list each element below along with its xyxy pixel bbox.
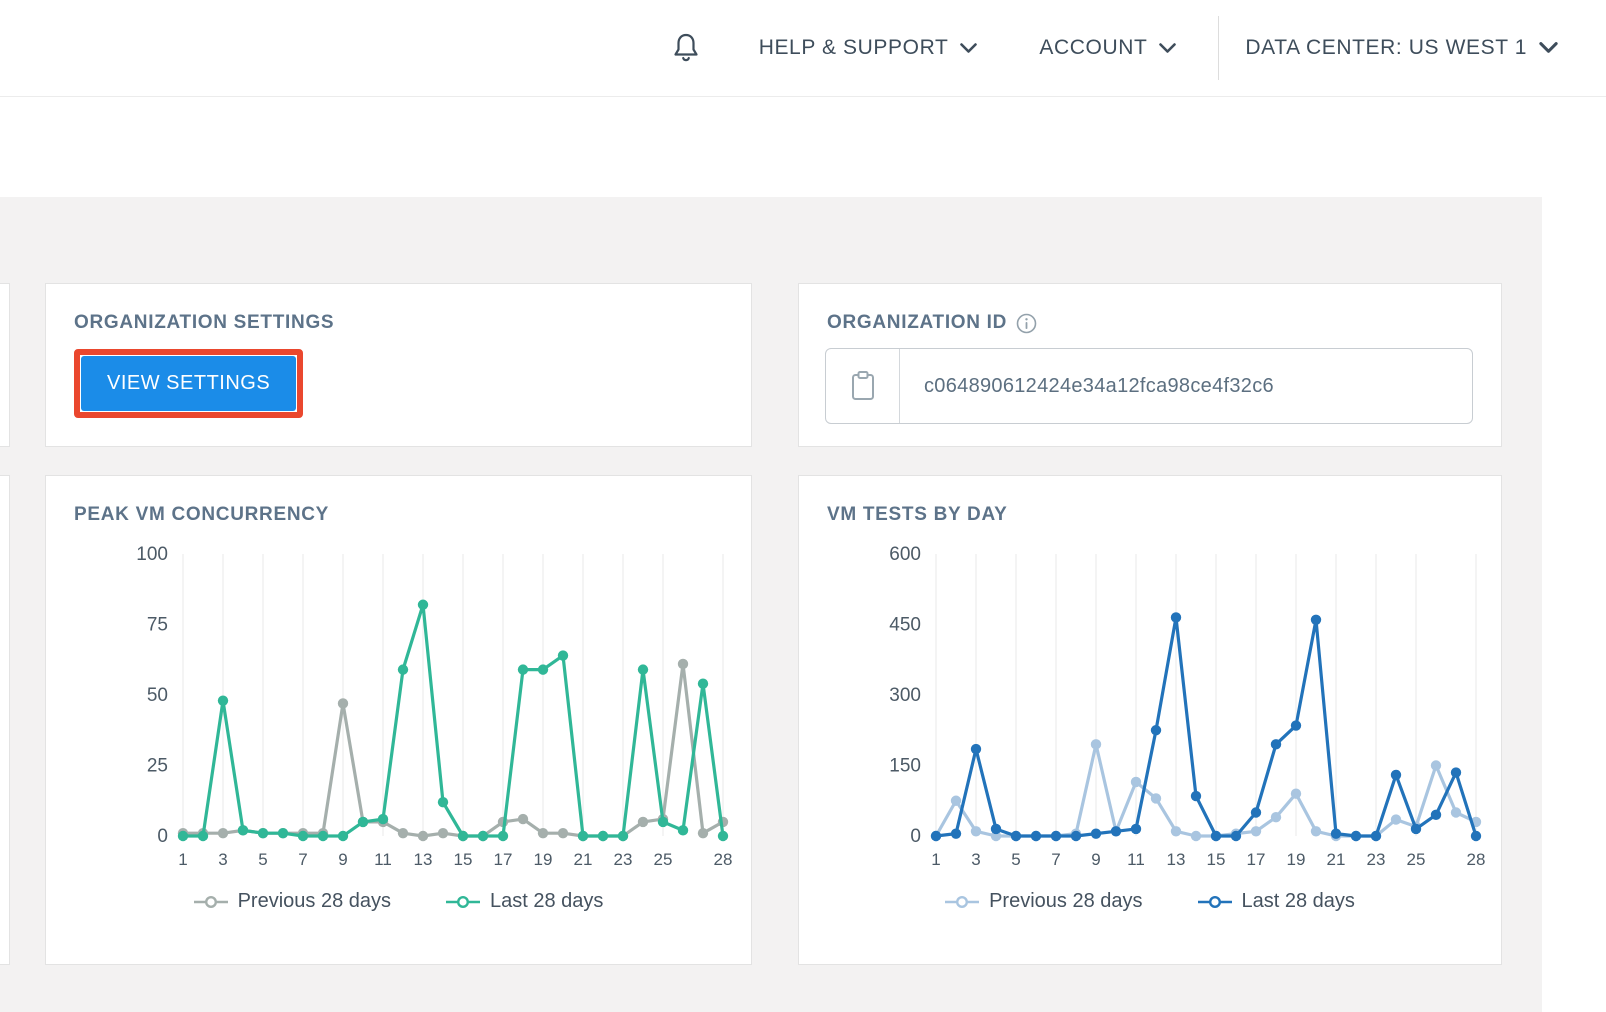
legend-item[interactable]: Last 28 days — [446, 890, 603, 913]
svg-text:19: 19 — [534, 850, 553, 869]
legend-label: Previous 28 days — [989, 890, 1142, 913]
offscreen-card-edge — [0, 475, 10, 965]
svg-text:75: 75 — [147, 615, 168, 636]
svg-text:17: 17 — [494, 850, 513, 869]
svg-text:450: 450 — [889, 615, 921, 636]
svg-text:3: 3 — [971, 850, 980, 869]
svg-text:9: 9 — [338, 850, 347, 869]
data-center-label: DATA CENTER: US WEST 1 — [1245, 36, 1527, 60]
legend-item[interactable]: Previous 28 days — [194, 890, 391, 913]
chart-legend: Previous 28 days Last 28 days — [799, 890, 1501, 913]
legend-marker-icon — [945, 895, 979, 909]
svg-text:11: 11 — [374, 850, 392, 869]
legend-item[interactable]: Last 28 days — [1198, 890, 1355, 913]
svg-text:21: 21 — [1327, 850, 1346, 869]
organization-id-value: c064890612424e34a12fca98ce4f32c6 — [900, 349, 1274, 423]
help-support-menu[interactable]: HELP & SUPPORT — [759, 36, 978, 60]
organization-id-field[interactable]: c064890612424e34a12fca98ce4f32c6 — [825, 348, 1473, 424]
legend-label: Last 28 days — [490, 890, 603, 913]
organization-id-title: ORGANIZATION ID — [827, 312, 1007, 334]
svg-text:50: 50 — [147, 685, 168, 706]
data-center-menu[interactable]: DATA CENTER: US WEST 1 — [1245, 36, 1558, 60]
legend-marker-icon — [1198, 895, 1232, 909]
legend-label: Previous 28 days — [238, 890, 391, 913]
copy-button[interactable] — [826, 349, 900, 423]
svg-text:28: 28 — [714, 850, 733, 869]
svg-text:5: 5 — [258, 850, 267, 869]
annotation-highlight-box: VIEW SETTINGS — [74, 349, 303, 418]
organization-settings-title: ORGANIZATION SETTINGS — [74, 312, 334, 334]
chevron-down-icon — [1159, 43, 1176, 54]
svg-text:0: 0 — [157, 826, 168, 847]
svg-text:23: 23 — [614, 850, 633, 869]
top-header: HELP & SUPPORT ACCOUNT DATA CENTER: US W… — [0, 0, 1606, 97]
svg-text:17: 17 — [1247, 850, 1266, 869]
svg-text:28: 28 — [1467, 850, 1486, 869]
svg-text:7: 7 — [298, 850, 307, 869]
card-title: VM TESTS BY DAY — [799, 476, 1501, 526]
peak-vm-concurrency-title: PEAK VM CONCURRENCY — [74, 504, 329, 526]
svg-text:21: 21 — [574, 850, 593, 869]
legend-item[interactable]: Previous 28 days — [945, 890, 1142, 913]
account-label: ACCOUNT — [1039, 36, 1147, 60]
svg-text:5: 5 — [1011, 850, 1020, 869]
vm-tests-by-day-title: VM TESTS BY DAY — [827, 504, 1008, 526]
chart-legend: Previous 28 days Last 28 days — [46, 890, 751, 913]
svg-text:25: 25 — [1407, 850, 1426, 869]
svg-text:600: 600 — [889, 544, 921, 565]
svg-text:25: 25 — [654, 850, 673, 869]
card-title: ORGANIZATION ID — [799, 284, 1501, 334]
svg-text:3: 3 — [218, 850, 227, 869]
svg-text:300: 300 — [889, 685, 921, 706]
legend-label: Last 28 days — [1242, 890, 1355, 913]
svg-text:7: 7 — [1051, 850, 1060, 869]
scroll-gutter — [1542, 197, 1606, 1012]
account-menu[interactable]: ACCOUNT — [1039, 36, 1176, 60]
svg-text:1: 1 — [178, 850, 187, 869]
chevron-down-icon — [960, 43, 977, 54]
legend-marker-icon — [194, 895, 228, 909]
legend-marker-icon — [446, 895, 480, 909]
view-settings-button[interactable]: VIEW SETTINGS — [81, 356, 296, 411]
card-title: PEAK VM CONCURRENCY — [46, 476, 751, 526]
clipboard-icon — [850, 370, 876, 402]
card-title: ORGANIZATION SETTINGS — [46, 284, 751, 334]
svg-text:9: 9 — [1091, 850, 1100, 869]
offscreen-card-edge — [0, 283, 10, 447]
svg-text:1: 1 — [931, 850, 940, 869]
svg-text:15: 15 — [1207, 850, 1226, 869]
subheader-strip — [0, 97, 1606, 197]
organization-settings-card: ORGANIZATION SETTINGS VIEW SETTINGS — [45, 283, 752, 447]
svg-text:19: 19 — [1287, 850, 1306, 869]
svg-text:100: 100 — [136, 544, 168, 565]
svg-text:11: 11 — [1127, 850, 1145, 869]
peak-vm-concurrency-card: PEAK VM CONCURRENCY 13579111315171921232… — [45, 475, 752, 965]
dashboard-content: ORGANIZATION SETTINGS VIEW SETTINGS ORGA… — [0, 197, 1606, 1012]
svg-text:13: 13 — [414, 850, 433, 869]
svg-text:150: 150 — [889, 756, 921, 777]
peak-vm-concurrency-chart: 135791113151719212325280255075100 — [91, 540, 751, 880]
svg-text:13: 13 — [1167, 850, 1186, 869]
svg-text:25: 25 — [147, 756, 168, 777]
chevron-down-icon — [1539, 42, 1558, 54]
notifications-button[interactable] — [671, 31, 701, 65]
organization-id-card: ORGANIZATION ID c064890612424e34a12fca98… — [798, 283, 1502, 447]
svg-text:15: 15 — [454, 850, 473, 869]
info-icon[interactable] — [1016, 313, 1037, 334]
vm-tests-by-day-card: VM TESTS BY DAY 135791113151719212325280… — [798, 475, 1502, 965]
svg-text:0: 0 — [910, 826, 921, 847]
bell-icon — [671, 31, 701, 65]
svg-text:23: 23 — [1367, 850, 1386, 869]
header-divider — [1218, 16, 1219, 80]
vm-tests-by-day-chart: 135791113151719212325280150300450600 — [844, 540, 1504, 880]
help-support-label: HELP & SUPPORT — [759, 36, 949, 60]
